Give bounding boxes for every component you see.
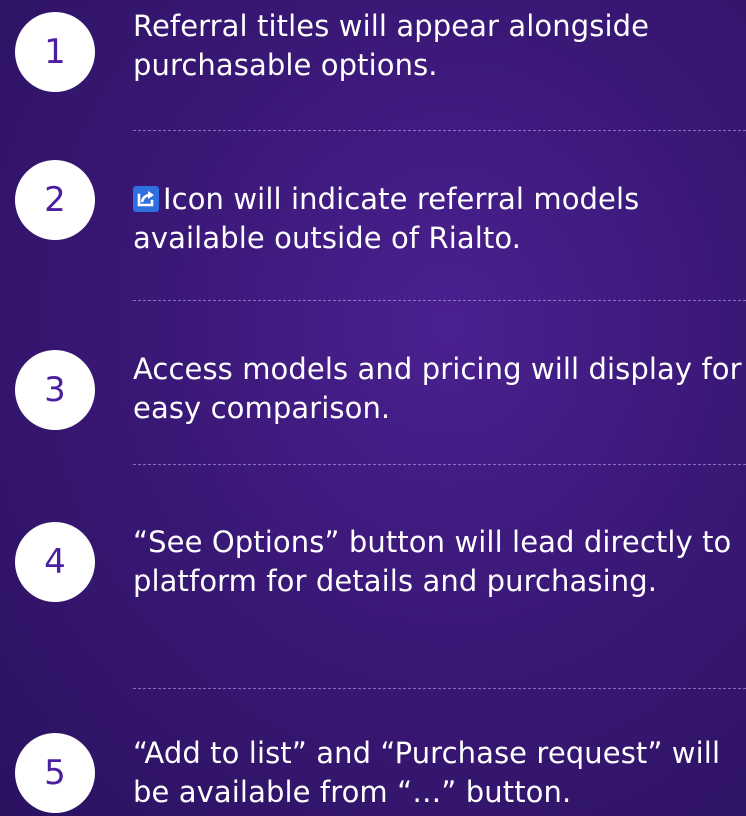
- step-number: 3: [44, 370, 66, 410]
- step-number-badge: 3: [15, 350, 95, 430]
- step-text: Access models and pricing will display f…: [133, 352, 742, 425]
- step-divider: [133, 130, 746, 131]
- step-number: 4: [44, 542, 66, 582]
- step-text: “Add to list” and “Purchase request” wil…: [133, 736, 721, 809]
- steps-list: 1 Referral titles will appear alongside …: [0, 0, 746, 816]
- step-text: Icon will indicate referral models avail…: [133, 180, 745, 258]
- step-number: 5: [44, 753, 66, 793]
- step-divider: [133, 464, 746, 465]
- step-number-badge: 5: [15, 733, 95, 813]
- step-text: Referral titles will appear alongside pu…: [133, 9, 650, 82]
- step-number-badge: 4: [15, 522, 95, 602]
- step-number-badge: 1: [15, 12, 95, 92]
- step-text: “See Options” button will lead directly …: [133, 525, 732, 598]
- step-number: 2: [44, 180, 66, 220]
- step-divider: [133, 688, 746, 689]
- step-text-content: Icon will indicate referral models avail…: [133, 182, 640, 255]
- share-icon: [133, 186, 159, 212]
- step-number-badge: 2: [15, 160, 95, 240]
- step-number: 1: [44, 32, 66, 72]
- step-divider: [133, 300, 746, 301]
